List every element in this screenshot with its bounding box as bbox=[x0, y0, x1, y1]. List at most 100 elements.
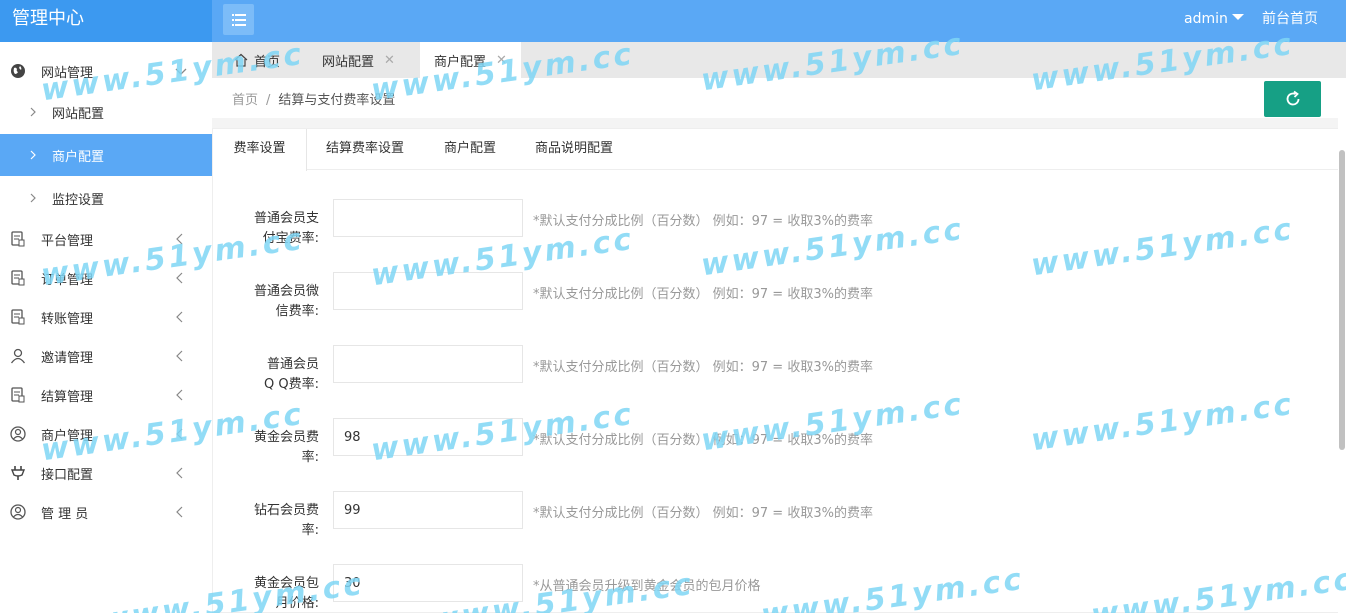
plug-icon bbox=[10, 466, 26, 480]
sidebar-item-label: 商户配置 bbox=[52, 149, 105, 165]
user-circle-icon bbox=[10, 504, 26, 520]
sidebar-group-transfers[interactable]: 转账管理 bbox=[0, 298, 212, 337]
sidebar-group-settlement[interactable]: 结算管理 bbox=[0, 376, 212, 415]
chevron-left-icon bbox=[176, 428, 183, 440]
field-hint: *默认支付分成比例（百分数） 例如：97 = 收取3%的费率 bbox=[533, 506, 873, 521]
sidebar-item-merchant-config[interactable]: 商户配置 bbox=[0, 134, 212, 176]
tab-label: 首页 bbox=[254, 54, 281, 70]
chevron-right-icon bbox=[30, 107, 36, 117]
chevron-left-icon bbox=[176, 389, 183, 401]
breadcrumb-separator: / bbox=[266, 93, 271, 108]
chevron-left-icon bbox=[176, 506, 183, 518]
front-home-link[interactable]: 前台首页 bbox=[1262, 0, 1318, 38]
menu-toggle-button[interactable] bbox=[223, 4, 254, 35]
alipay-rate-input[interactable] bbox=[333, 199, 523, 237]
sidebar-group-invites[interactable]: 邀请管理 bbox=[0, 337, 212, 376]
top-header: 管理中心 admin 前台首页 bbox=[0, 0, 1346, 42]
close-icon[interactable]: ✕ bbox=[496, 53, 507, 68]
breadcrumb-home[interactable]: 首页 bbox=[232, 93, 258, 108]
field-label: 黄金会员费 率: bbox=[235, 428, 319, 468]
close-icon[interactable]: ✕ bbox=[384, 53, 395, 68]
sidebar-group-orders[interactable]: 订单管理 bbox=[0, 259, 212, 298]
user-circle-icon bbox=[10, 426, 26, 442]
user-icon bbox=[10, 348, 26, 364]
breadcrumb: 首页 / 结算与支付费率设置 bbox=[232, 89, 395, 108]
tab-settlement-rate-settings[interactable]: 结算费率设置 bbox=[309, 129, 421, 170]
user-menu[interactable]: admin bbox=[1184, 0, 1244, 38]
caret-down-icon bbox=[1231, 14, 1244, 20]
field-label: 普通会员微 信费率: bbox=[235, 282, 319, 322]
field-label-line: 月价格: bbox=[275, 596, 319, 611]
sidebar-item-label: 监控设置 bbox=[52, 192, 105, 208]
field-hint: *从普通会员升级到黄金会员的包月价格 bbox=[533, 579, 761, 594]
tab-label: 网站配置 bbox=[322, 54, 375, 70]
qq-rate-input[interactable] bbox=[333, 345, 523, 383]
chevron-right-icon bbox=[30, 150, 36, 160]
form-row: 普通会员 Q Q费率: *默认支付分成比例（百分数） 例如：97 = 收取3%的… bbox=[213, 345, 1343, 405]
sidebar-item-monitor-settings[interactable]: 监控设置 bbox=[0, 177, 212, 219]
globe-icon bbox=[11, 64, 25, 78]
home-icon bbox=[234, 53, 248, 67]
sidebar-group-interfaces[interactable]: 接口配置 bbox=[0, 454, 212, 493]
document-icon bbox=[11, 270, 25, 286]
field-label-line: 普通会员 bbox=[266, 357, 319, 372]
sidebar-group-label: 管 理 员 bbox=[41, 507, 89, 522]
tab-rate-settings[interactable]: 费率设置 bbox=[213, 129, 307, 171]
field-label-line: 付宝费率: bbox=[262, 231, 319, 246]
field-label: 黄金会员包 月价格: bbox=[235, 574, 319, 613]
sidebar-group-label: 邀请管理 bbox=[41, 351, 94, 366]
sidebar-group-label: 转账管理 bbox=[41, 312, 94, 327]
tab-website-config[interactable]: 网站配置 ✕ bbox=[308, 42, 409, 78]
tab-merchant-config[interactable]: 商户配置 ✕ bbox=[420, 42, 521, 78]
sidebar-group-label: 网站管理 bbox=[41, 66, 94, 81]
user-name: admin bbox=[1184, 11, 1228, 27]
field-label-line: 钻石会员费 bbox=[253, 503, 319, 518]
document-icon bbox=[11, 387, 25, 403]
sidebar-group-merchants[interactable]: 商户管理 bbox=[0, 415, 212, 454]
field-hint: *默认支付分成比例（百分数） 例如：97 = 收取3%的费率 bbox=[533, 360, 873, 375]
settings-tabs: 费率设置 结算费率设置 商户配置 商品说明配置 bbox=[213, 129, 1343, 171]
sidebar-group-label: 商户管理 bbox=[41, 429, 94, 444]
document-icon bbox=[11, 309, 25, 325]
field-hint: *默认支付分成比例（百分数） 例如：97 = 收取3%的费率 bbox=[533, 433, 873, 448]
form-row: 普通会员微 信费率: *默认支付分成比例（百分数） 例如：97 = 收取3%的费… bbox=[213, 272, 1343, 332]
field-label-line: 普通会员支 bbox=[253, 211, 319, 226]
breadcrumb-area: 首页 / 结算与支付费率设置 bbox=[212, 78, 1346, 118]
refresh-button[interactable] bbox=[1264, 81, 1321, 117]
chevron-down-icon bbox=[175, 68, 187, 75]
form-row: 黄金会员费 率: *默认支付分成比例（百分数） 例如：97 = 收取3%的费率 bbox=[213, 418, 1343, 478]
sidebar: 网站管理 网站配置 商户配置 监控设置 平台管理 订单管理 转账管理 邀请管理 bbox=[0, 42, 212, 613]
document-icon bbox=[11, 231, 25, 247]
sidebar-group-website[interactable]: 网站管理 bbox=[0, 52, 212, 91]
wechat-rate-input[interactable] bbox=[333, 272, 523, 310]
page-scrollbar-thumb[interactable] bbox=[1339, 150, 1345, 450]
chevron-right-icon bbox=[30, 193, 36, 203]
field-label-line: 率: bbox=[301, 450, 319, 465]
form-row: 普通会员支 付宝费率: *默认支付分成比例（百分数） 例如：97 = 收取3%的… bbox=[213, 199, 1343, 259]
tab-home[interactable]: 首页 bbox=[222, 42, 292, 78]
tab-merchant-settings[interactable]: 商户配置 bbox=[429, 129, 511, 170]
sidebar-group-admins[interactable]: 管 理 员 bbox=[0, 493, 212, 532]
field-label: 普通会员支 付宝费率: bbox=[235, 209, 319, 249]
diamond-member-rate-input[interactable] bbox=[333, 491, 523, 529]
gold-member-rate-input[interactable] bbox=[333, 418, 523, 456]
settings-card: 费率设置 结算费率设置 商户配置 商品说明配置 普通会员支 付宝费率: *默认支… bbox=[212, 128, 1343, 613]
chevron-left-icon bbox=[176, 467, 183, 479]
form-row: 钻石会员费 率: *默认支付分成比例（百分数） 例如：97 = 收取3%的费率 bbox=[213, 491, 1343, 551]
chevron-left-icon bbox=[176, 350, 183, 362]
app-title[interactable]: 管理中心 bbox=[0, 0, 212, 42]
sidebar-item-website-config[interactable]: 网站配置 bbox=[0, 91, 212, 133]
refresh-icon bbox=[1286, 90, 1299, 106]
field-label-line: 黄金会员费 bbox=[253, 430, 319, 445]
sidebar-group-platform[interactable]: 平台管理 bbox=[0, 220, 212, 259]
field-label-line: 信费率: bbox=[275, 304, 319, 319]
sidebar-group-label: 接口配置 bbox=[41, 468, 94, 483]
tab-label: 商户配置 bbox=[434, 54, 487, 70]
sidebar-group-label: 平台管理 bbox=[41, 234, 94, 249]
breadcrumb-current: 结算与支付费率设置 bbox=[278, 93, 396, 108]
chevron-left-icon bbox=[176, 311, 183, 323]
gold-monthly-price-input[interactable] bbox=[333, 564, 523, 602]
field-label: 钻石会员费 率: bbox=[235, 501, 319, 541]
field-label: 普通会员 Q Q费率: bbox=[235, 355, 319, 395]
tab-product-description[interactable]: 商品说明配置 bbox=[519, 129, 629, 170]
